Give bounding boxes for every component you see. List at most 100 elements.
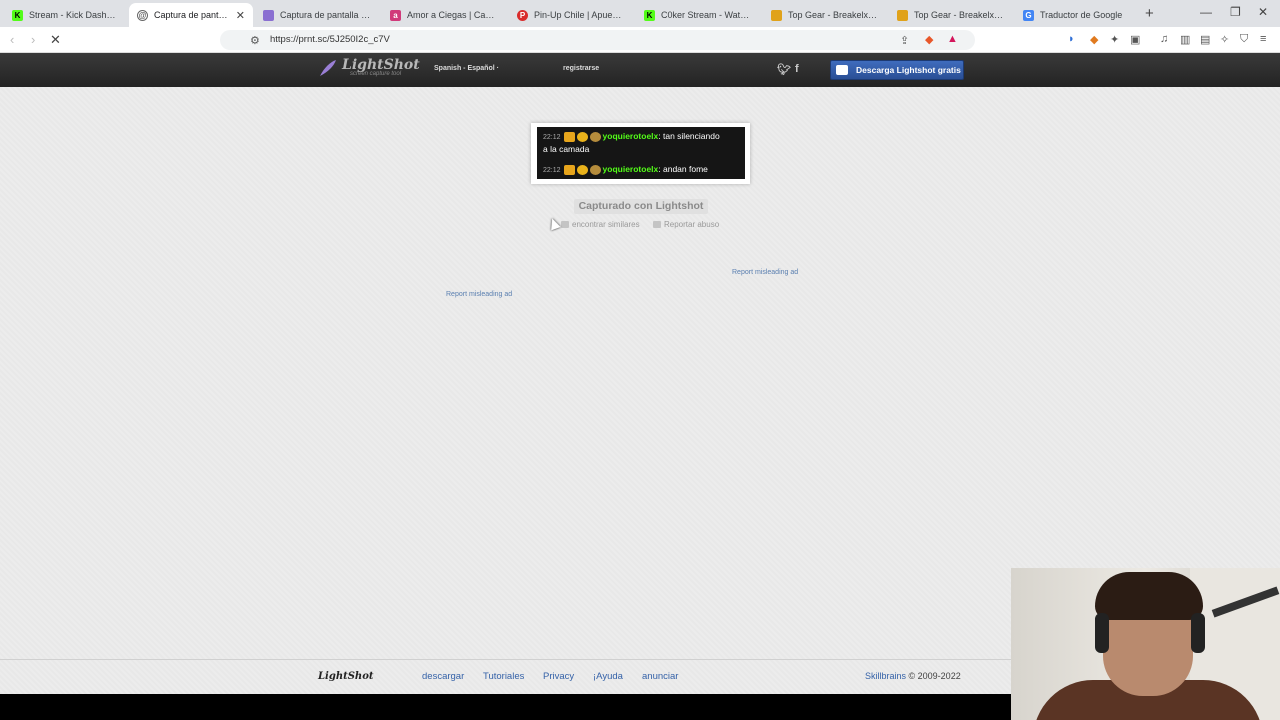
- browser-tab-active[interactable]: @ Captura de pantalla p ✕: [129, 3, 253, 27]
- forward-icon[interactable]: ›: [31, 32, 35, 47]
- find-similar-link[interactable]: encontrar similares: [561, 220, 640, 229]
- tab-title: Top Gear - Breakelx - 4.72: [914, 10, 1005, 20]
- address-bar[interactable]: ⚙ https://prnt.sc/5J250I2c_c7V ⇪ ◆ ▲: [220, 30, 975, 50]
- skillbrains-link[interactable]: Skillbrains: [865, 671, 906, 681]
- browser-tab[interactable]: Top Gear - Breakelx - 12.7: [763, 3, 887, 27]
- site-info-icon[interactable]: ⚙: [250, 34, 260, 47]
- extension-icon[interactable]: ◗: [1068, 33, 1075, 45]
- download-lightshot-button[interactable]: Descarga Lightshot gratis: [830, 60, 964, 80]
- headset-icon: [1095, 613, 1109, 653]
- stop-loading-icon[interactable]: ✕: [50, 32, 61, 48]
- footer-link-help[interactable]: ¡Ayuda: [593, 671, 623, 682]
- report-misleading-ad-link[interactable]: Report misleading ad: [446, 291, 512, 298]
- language-selector[interactable]: Spanish - Español ·: [434, 65, 499, 72]
- back-icon[interactable]: ‹: [10, 32, 14, 47]
- browser-tab-bar: K Stream - Kick Dashboard @ Captura de p…: [0, 0, 1280, 27]
- crown-badge-icon: [563, 164, 575, 175]
- browser-tab[interactable]: Top Gear - Breakelx - 4.72: [889, 3, 1013, 27]
- browser-tab[interactable]: Captura de pantalla por Li: [255, 3, 379, 27]
- site-header: LightShot screen capture tool Spanish - …: [0, 53, 1280, 87]
- topgear-icon: [771, 9, 782, 21]
- headset-icon: [1191, 613, 1205, 653]
- music-icon[interactable]: ♫: [1160, 33, 1168, 45]
- chat-username: yoquierotoelx: [602, 164, 659, 174]
- minimize-icon[interactable]: —: [1200, 5, 1212, 19]
- tab-title: Captura de pantalla p: [154, 10, 230, 20]
- twitter-icon[interactable]: 🐦︎: [777, 63, 791, 76]
- lightshot-logo[interactable]: LightShot screen capture tool: [318, 58, 420, 78]
- menu-icon[interactable]: ≡: [1260, 33, 1266, 45]
- copyright-text: © 2009-2022: [908, 671, 961, 681]
- puzzle-icon[interactable]: ✦: [1110, 33, 1119, 46]
- browser-tab[interactable]: G Traductor de Google: [1015, 3, 1139, 27]
- browser-tab[interactable]: P Pin-Up Chile | Apuestas y: [509, 3, 633, 27]
- footer-link-advertise[interactable]: anunciar: [642, 671, 678, 682]
- download-icon: [836, 65, 848, 75]
- close-tab-icon[interactable]: ✕: [236, 9, 245, 22]
- screenshot-image[interactable]: 22:12 yoquierotoelx: tan silenciando a la…: [531, 123, 750, 184]
- browser-tab[interactable]: a Amor a Ciegas | Capítulo 3: [382, 3, 506, 27]
- webcam-person-hair: [1095, 572, 1203, 620]
- mouse-cursor-icon: [547, 216, 561, 231]
- flag-icon: [653, 221, 661, 228]
- tab-title: Captura de pantalla por Li: [280, 10, 371, 20]
- wallet-icon[interactable]: ▤: [1200, 33, 1210, 46]
- chat-screenshot: 22:12 yoquierotoelx: tan silenciando a la…: [537, 127, 745, 179]
- kick-icon: K: [644, 9, 655, 21]
- crown-badge-icon: [563, 131, 575, 142]
- metamask-icon[interactable]: ◆: [1090, 33, 1098, 46]
- chat-message: 22:12 yoquierotoelx: andan fome: [543, 164, 708, 175]
- tab-title: C0ker Stream - Watch Live: [661, 10, 752, 20]
- coin-badge-icon: [576, 164, 588, 175]
- webcam-overlay: [1011, 568, 1280, 720]
- brave-shield-icon[interactable]: ◆: [925, 33, 933, 46]
- logo-text: LightShot: [342, 57, 420, 73]
- topgear-icon: [897, 9, 908, 21]
- media-icon[interactable]: ▣: [1130, 33, 1140, 46]
- coin-badge-icon: [576, 131, 588, 142]
- vpn-icon[interactable]: ⛉: [1240, 33, 1248, 46]
- close-window-icon[interactable]: ✕: [1258, 5, 1268, 19]
- footer-link-privacy[interactable]: Privacy: [543, 671, 574, 682]
- report-abuse-link[interactable]: Reportar abuso: [653, 220, 719, 229]
- footer-logo[interactable]: LightShot: [318, 671, 374, 682]
- book-icon: a: [390, 9, 401, 21]
- restore-icon[interactable]: ❐: [1230, 5, 1241, 19]
- report-misleading-ad-link[interactable]: Report misleading ad: [732, 269, 798, 276]
- tab-title: Pin-Up Chile | Apuestas y: [534, 10, 625, 20]
- register-link[interactable]: registrarse: [563, 65, 599, 72]
- chat-text: : andan fome: [658, 164, 708, 174]
- chat-time: 22:12: [543, 134, 561, 141]
- tab-title: Traductor de Google: [1040, 10, 1123, 20]
- report-abuse-label: Reportar abuso: [664, 220, 720, 229]
- image-search-icon: [561, 221, 569, 228]
- feather-icon: [320, 60, 336, 76]
- download-button-label: Descarga Lightshot gratis: [856, 65, 961, 75]
- share-icon[interactable]: ⇪: [900, 34, 909, 47]
- tab-title: Top Gear - Breakelx - 12.7: [788, 10, 879, 20]
- translate-icon: G: [1023, 9, 1034, 21]
- footer-copyright: Skillbrains © 2009-2022: [865, 671, 961, 681]
- browser-tab[interactable]: K Stream - Kick Dashboard: [4, 3, 128, 27]
- sidebar-icon[interactable]: ▥: [1180, 33, 1190, 46]
- chat-time: 22:12: [543, 167, 561, 174]
- chat-text: : tan silenciando: [658, 131, 720, 141]
- browser-tab[interactable]: K C0ker Stream - Watch Live: [636, 3, 760, 27]
- emote-badge-icon: [589, 131, 601, 142]
- pinup-icon: P: [517, 9, 528, 21]
- tab-title: Stream - Kick Dashboard: [29, 10, 120, 20]
- footer-link-tutorials[interactable]: Tutoriales: [483, 671, 524, 682]
- find-similar-label: encontrar similares: [572, 220, 640, 229]
- emote-badge-icon: [589, 164, 601, 175]
- footer-link-download[interactable]: descargar: [422, 671, 464, 682]
- kick-icon: K: [12, 9, 23, 21]
- tab-title: Amor a Ciegas | Capítulo 3: [407, 10, 498, 20]
- brave-rewards-icon[interactable]: ▲: [947, 33, 958, 45]
- feather-icon: [263, 9, 274, 21]
- url-text: https://prnt.sc/5J250I2c_c7V: [270, 34, 390, 45]
- new-tab-icon[interactable]: +: [1145, 5, 1154, 22]
- browser-toolbar: ‹ › ✕ ▯ ⚙ https://prnt.sc/5J250I2c_c7V ⇪…: [0, 27, 1280, 53]
- facebook-icon[interactable]: f: [795, 63, 799, 75]
- lightshot-icon: @: [137, 9, 148, 21]
- leo-ai-icon[interactable]: ✧: [1220, 33, 1229, 46]
